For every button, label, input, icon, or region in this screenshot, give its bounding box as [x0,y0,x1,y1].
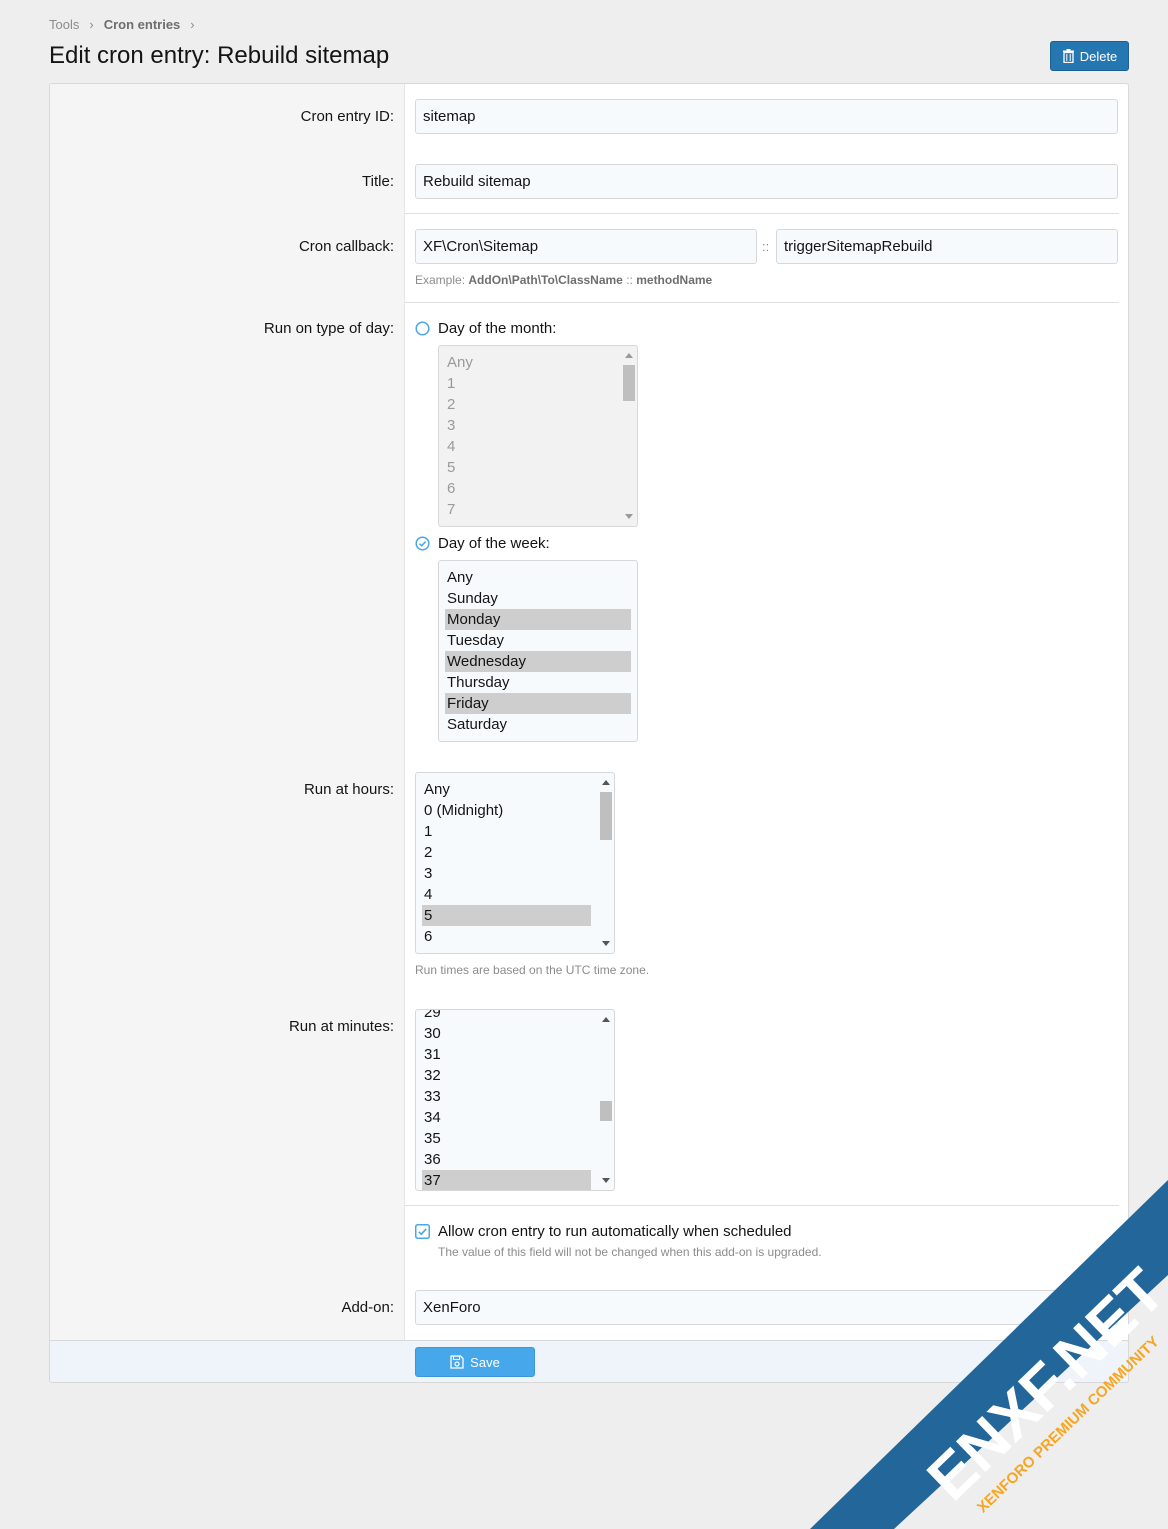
callback-label: Cron callback: [298,238,394,255]
radio-unchecked-icon[interactable] [415,321,430,336]
checkbox-checked-icon[interactable] [415,1224,430,1239]
cron-id-label: Cron entry ID: [300,108,394,125]
list-item[interactable]: Any [445,567,631,588]
delete-button-label: Delete [1079,48,1118,64]
day-type-label: Run on type of day: [263,320,394,337]
radio-day-of-month-label: Day of the month: [438,320,557,337]
list-item[interactable]: 31 [422,1044,591,1065]
list-item[interactable]: Saturday [445,714,631,735]
list-item[interactable]: 2 [422,842,591,863]
active-checkbox[interactable]: Allow cron entry to run automatically wh… [415,1223,792,1240]
callback-separator: :: [762,239,770,254]
active-checkbox-label: Allow cron entry to run automatically wh… [438,1223,792,1240]
scroll-thumb[interactable] [600,792,612,840]
list-item: 3 [447,417,456,434]
addon-label: Add-on: [341,1299,394,1316]
hours-hint: Run times are based on the UTC time zone… [415,963,650,977]
list-item[interactable]: Thursday [445,672,631,693]
divider [405,1205,1119,1206]
list-item-selected[interactable]: 5 [422,905,591,926]
callback-method-input[interactable] [776,229,1118,264]
divider [405,302,1119,303]
minutes-scrollbar[interactable] [598,1011,613,1189]
breadcrumb: Tools › Cron entries › [49,17,205,32]
list-item-selected[interactable]: Wednesday [445,651,631,672]
list-item[interactable]: 4 [422,884,591,905]
callback-class-input[interactable] [415,229,757,264]
list-item: 6 [447,480,456,497]
list-item[interactable]: 0 (Midnight) [422,800,591,821]
list-item: 7 [447,501,456,518]
save-icon [450,1355,464,1369]
divider [405,213,1119,214]
hours-scrollbar[interactable] [598,774,613,952]
breadcrumb-item-tools[interactable]: Tools [49,17,79,32]
active-hint: The value of this field will not be chan… [438,1245,822,1259]
list-item[interactable]: Any [422,779,591,800]
list-item-selected[interactable]: Friday [445,693,631,714]
edit-cron-form: Cron entry ID: Title: Cron callback: :: … [49,83,1129,1383]
list-item: 1 [447,375,456,392]
chevron-right-icon: › [190,17,195,32]
list-item[interactable]: 29 [422,1010,591,1023]
minutes-label: Run at minutes: [288,1018,394,1035]
list-item[interactable]: 30 [422,1023,591,1044]
breadcrumb-item-cron-entries[interactable]: Cron entries [104,17,181,32]
scroll-down-icon[interactable] [602,1178,610,1183]
scroll-up-icon[interactable] [602,1017,610,1022]
list-item-selected[interactable]: Monday [445,609,631,630]
list-item: 5 [447,459,456,476]
scroll-thumb [623,365,635,401]
cron-id-input[interactable] [415,99,1118,134]
form-footer: Save [50,1340,1128,1382]
delete-button[interactable]: Delete [1050,41,1129,71]
chevron-right-icon: › [89,17,94,32]
scroll-up-icon[interactable] [602,780,610,785]
list-item[interactable]: 32 [422,1065,591,1086]
list-item[interactable]: 1 [422,821,591,842]
minutes-select[interactable]: 29 30 31 32 33 34 35 36 37 [415,1009,615,1191]
save-button-label: Save [470,1354,500,1370]
hours-label: Run at hours: [303,781,394,798]
hours-select[interactable]: Any 0 (Midnight) 1 2 3 4 5 6 [415,772,615,954]
list-item-selected[interactable]: 37 [422,1170,591,1190]
list-item[interactable]: Sunday [445,588,631,609]
list-item: 4 [447,438,456,455]
list-item: Any [447,354,473,371]
radio-day-of-week-label: Day of the week: [438,535,550,552]
list-item[interactable]: 3 [422,863,591,884]
scroll-thumb[interactable] [600,1101,612,1121]
scrollbar [621,347,636,525]
day-of-month-select: Any 1 2 3 4 5 6 7 [438,345,638,527]
list-item[interactable]: 34 [422,1107,591,1128]
list-item[interactable]: 36 [422,1149,591,1170]
list-item[interactable]: 6 [422,926,591,947]
list-item[interactable]: 35 [422,1128,591,1149]
callback-hint: Example: AddOn\Path\To\ClassName :: meth… [415,273,713,287]
scroll-down-icon[interactable] [602,941,610,946]
addon-select[interactable] [415,1290,1118,1325]
save-button[interactable]: Save [415,1347,535,1377]
label-column [50,84,405,1340]
radio-day-of-week[interactable]: Day of the week: [415,535,550,552]
day-of-week-select[interactable]: Any Sunday Monday Tuesday Wednesday Thur… [438,560,638,742]
radio-day-of-month[interactable]: Day of the month: [415,320,556,337]
list-item[interactable]: Tuesday [445,630,631,651]
trash-icon [1062,49,1074,63]
scroll-up-icon [625,353,633,358]
list-item[interactable]: 33 [422,1086,591,1107]
list-item: 2 [447,396,456,413]
radio-checked-icon[interactable] [415,536,430,551]
title-input[interactable] [415,164,1118,199]
title-label: Title: [362,173,394,190]
page-title: Edit cron entry: Rebuild sitemap [49,42,390,69]
scroll-down-icon [625,514,633,519]
